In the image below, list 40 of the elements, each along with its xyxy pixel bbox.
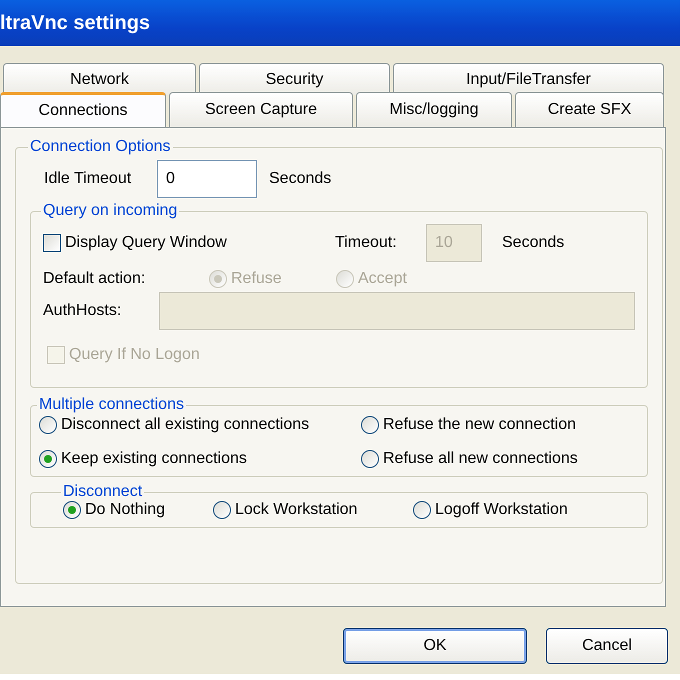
tab[interactable]: Screen Capture (169, 92, 353, 127)
radio-label: Refuse (231, 270, 282, 288)
radio-button[interactable] (213, 501, 231, 519)
radio-button[interactable] (413, 501, 431, 519)
checkbox[interactable] (43, 234, 61, 252)
tab[interactable]: Create SFX (515, 92, 664, 127)
group-title: Query on incoming (42, 202, 178, 220)
radio-button[interactable] (361, 416, 379, 434)
radio-label: Accept (358, 270, 407, 288)
radio-label: Do Nothing (85, 501, 166, 519)
radio-button[interactable] (361, 450, 379, 468)
radio-label: Keep existing connections (61, 450, 247, 468)
group-title: Multiple connections (38, 396, 185, 414)
group-title: Connection Options (29, 138, 172, 156)
window-title: ltraVnc settings (0, 12, 150, 34)
input-field[interactable]: 0 (157, 160, 257, 198)
field-label: Timeout: (335, 234, 398, 252)
tab[interactable]: Misc/logging (356, 92, 512, 127)
radio-label: Disconnect all existing connections (61, 416, 310, 434)
tab[interactable]: Connections (0, 92, 166, 127)
checkbox-label: Query If No Logon (69, 346, 200, 364)
unit-label: Seconds (269, 170, 332, 188)
radio-button[interactable] (63, 501, 81, 519)
radio-label: Refuse the new connection (383, 416, 576, 434)
tab[interactable]: Security (199, 63, 390, 95)
ok-button[interactable]: OK (343, 628, 527, 664)
tab[interactable]: Input/FileTransfer (393, 63, 664, 95)
tab[interactable]: Network (3, 63, 196, 95)
field-label: Default action: (43, 270, 146, 288)
radio-label: Refuse all new connections (383, 450, 578, 468)
field-label: Idle Timeout (44, 170, 132, 188)
unit-label: Seconds (502, 234, 564, 252)
radio-label: Logoff Workstation (435, 501, 568, 519)
checkbox-label: Display Query Window (65, 234, 227, 252)
radio-button[interactable] (39, 450, 57, 468)
cancel-button[interactable]: Cancel (546, 628, 668, 664)
radio-label: Lock Workstation (235, 501, 358, 519)
radio-button[interactable] (39, 416, 57, 434)
group-title: Disconnect (62, 483, 144, 501)
field-label: AuthHosts: (43, 302, 122, 320)
